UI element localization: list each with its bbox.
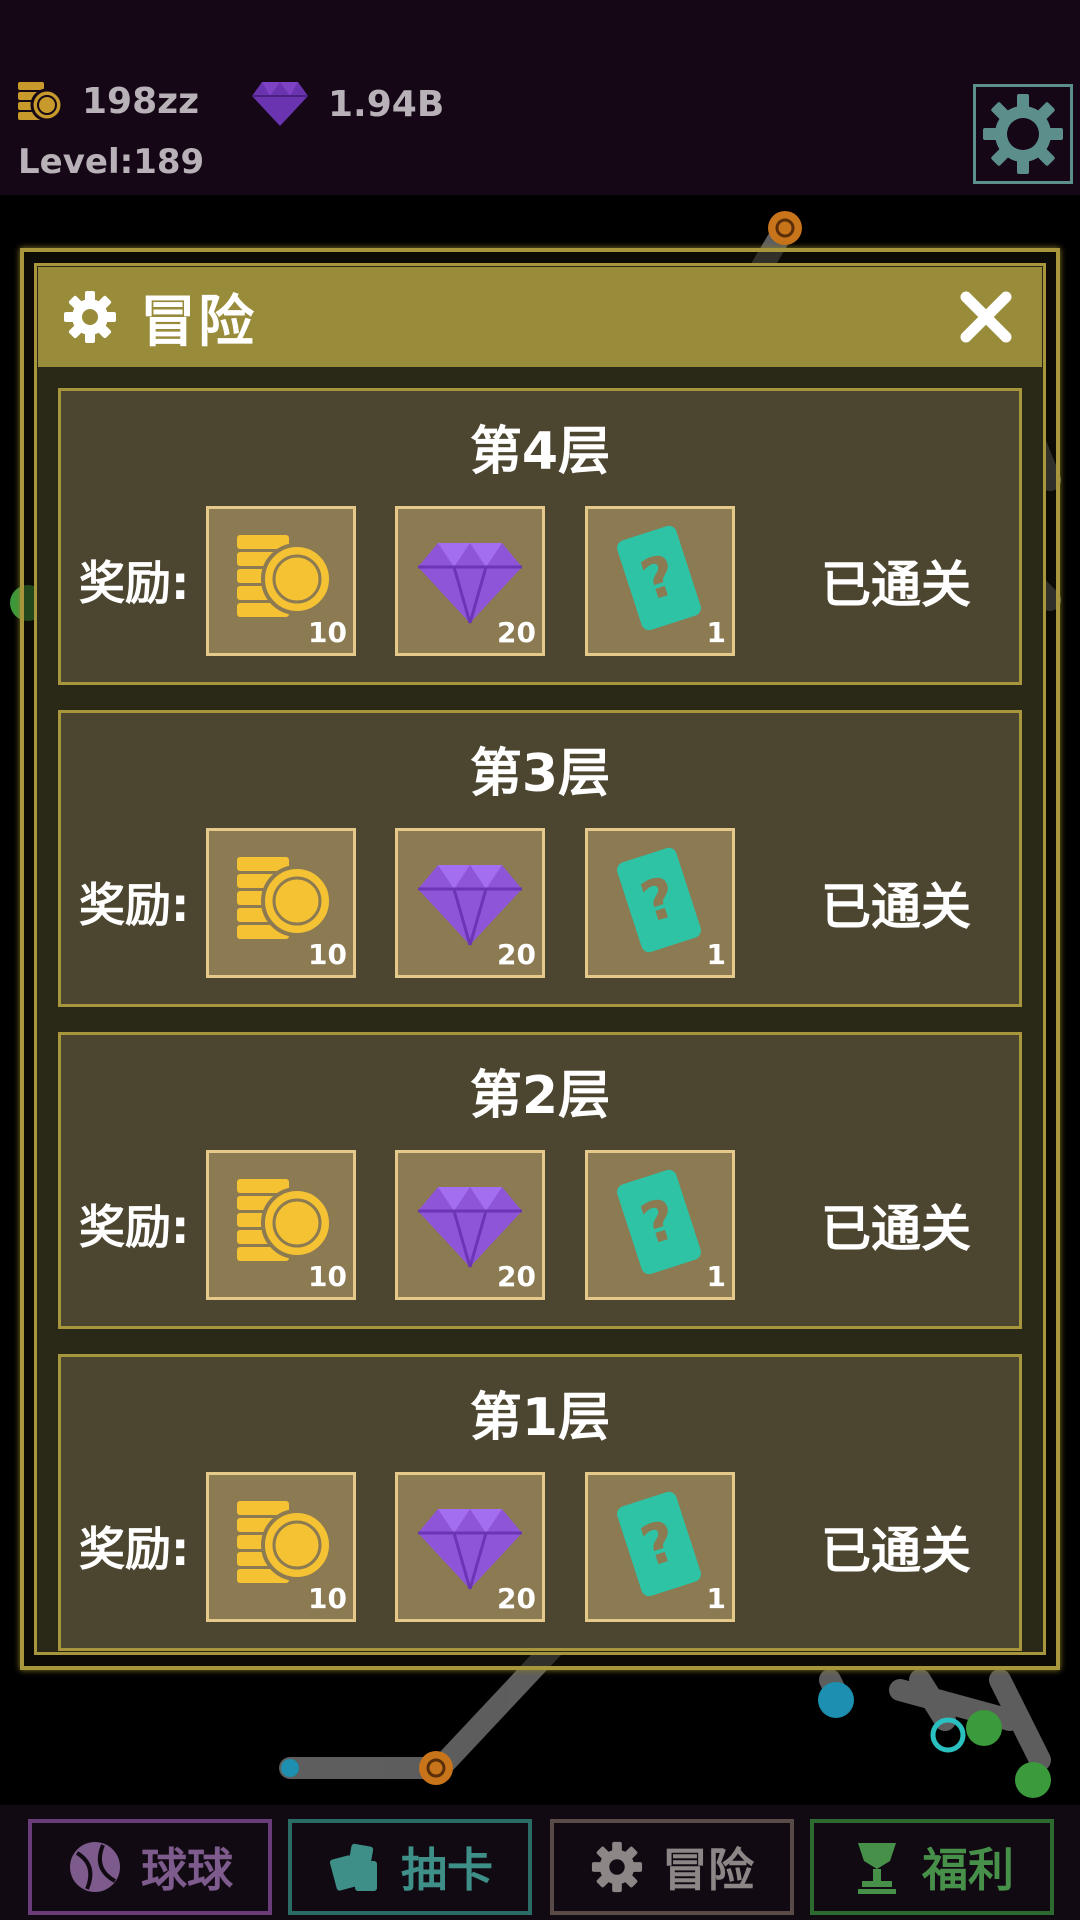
coin-reward-count: 10 bbox=[308, 938, 347, 971]
card-reward-count: 1 bbox=[706, 1260, 726, 1293]
gem-reward-count: 20 bbox=[497, 616, 536, 649]
nav-balls-label: 球球 bbox=[141, 1843, 233, 1897]
close-icon[interactable] bbox=[958, 289, 1014, 345]
gem-reward-count: 20 bbox=[497, 938, 536, 971]
floor-status: 已通关 bbox=[821, 1522, 971, 1580]
gem-reward[interactable]: 20 bbox=[395, 1150, 545, 1300]
ball-icon bbox=[70, 1842, 120, 1892]
nav-welfare-label: 福利 bbox=[922, 1843, 1014, 1897]
gear-icon bbox=[983, 94, 1063, 174]
reward-label: 奖励: bbox=[79, 1522, 190, 1576]
coin-amount: 198zz bbox=[82, 80, 200, 122]
floor-row: 第1层 奖励: 10 20 ? 1 已通关 bbox=[58, 1354, 1022, 1651]
gem-reward[interactable]: 20 bbox=[395, 1472, 545, 1622]
gem-reward-count: 20 bbox=[497, 1582, 536, 1615]
floor-status: 已通关 bbox=[821, 1200, 971, 1258]
settings-button[interactable] bbox=[973, 84, 1073, 184]
floor-list[interactable]: 第4层 奖励: 10 20 ? 1 已通关 第3层 奖励: 10 20 ? 1 … bbox=[58, 388, 1022, 1676]
reward-label: 奖励: bbox=[79, 1200, 190, 1254]
floor-title: 第1层 bbox=[469, 1388, 611, 1448]
dialog-title: 冒险 bbox=[140, 289, 256, 355]
gem-amount: 1.94B bbox=[328, 83, 445, 125]
top-bar: 198zz 1.94B Level:189 bbox=[0, 0, 1080, 195]
reward-label: 奖励: bbox=[79, 878, 190, 932]
player-level: Level:189 bbox=[18, 142, 205, 182]
card-reward-count: 1 bbox=[706, 1582, 726, 1615]
coin-reward[interactable]: 10 bbox=[206, 1150, 356, 1300]
floor-row: 第3层 奖励: 10 20 ? 1 已通关 bbox=[58, 710, 1022, 1007]
nav-draw-button[interactable]: 抽卡 bbox=[288, 1819, 532, 1915]
gem-counter: 1.94B bbox=[250, 80, 444, 128]
nav-balls-button[interactable]: 球球 bbox=[28, 1819, 272, 1915]
floor-title: 第4层 bbox=[469, 422, 611, 482]
gem-reward[interactable]: 20 bbox=[395, 506, 545, 656]
gem-reward[interactable]: 20 bbox=[395, 828, 545, 978]
dialog-header: 冒险 bbox=[38, 267, 1042, 367]
card-reward[interactable]: ? 1 bbox=[585, 1472, 735, 1622]
gear-icon bbox=[591, 1841, 643, 1893]
coin-reward-count: 10 bbox=[308, 616, 347, 649]
gem-reward-count: 20 bbox=[497, 1260, 536, 1293]
coin-stack-icon bbox=[18, 82, 64, 122]
floor-row: 第2层 奖励: 10 20 ? 1 已通关 bbox=[58, 1032, 1022, 1329]
orange-target-icon bbox=[768, 211, 802, 245]
bottom-nav: 球球 抽卡 冒险 福利 bbox=[0, 1805, 1080, 1920]
floor-status: 已通关 bbox=[821, 556, 971, 614]
card-reward[interactable]: ? 1 bbox=[585, 506, 735, 656]
floor-status: 已通关 bbox=[821, 878, 971, 936]
coin-reward[interactable]: 10 bbox=[206, 506, 356, 656]
floor-title: 第3层 bbox=[469, 744, 611, 804]
nav-welfare-button[interactable]: 福利 bbox=[810, 1819, 1054, 1915]
floor-row: 第4层 奖励: 10 20 ? 1 已通关 bbox=[58, 388, 1022, 685]
coin-reward-count: 10 bbox=[308, 1260, 347, 1293]
nav-draw-label: 抽卡 bbox=[401, 1843, 493, 1897]
coin-reward[interactable]: 10 bbox=[206, 1472, 356, 1622]
card-reward[interactable]: ? 1 bbox=[585, 1150, 735, 1300]
nav-adventure-label: 冒险 bbox=[662, 1843, 754, 1897]
card-reward-count: 1 bbox=[706, 938, 726, 971]
coin-counter: 198zz bbox=[16, 80, 199, 122]
coin-reward-count: 10 bbox=[308, 1582, 347, 1615]
gem-icon bbox=[252, 82, 308, 126]
trophy-icon bbox=[858, 1843, 896, 1894]
floor-title: 第2层 bbox=[469, 1066, 611, 1126]
nav-adventure-button[interactable]: 冒险 bbox=[550, 1819, 794, 1915]
card-reward[interactable]: ? 1 bbox=[585, 828, 735, 978]
reward-label: 奖励: bbox=[79, 556, 190, 610]
cards-icon bbox=[329, 1843, 377, 1891]
card-reward-count: 1 bbox=[706, 616, 726, 649]
coin-reward[interactable]: 10 bbox=[206, 828, 356, 978]
gear-icon bbox=[64, 291, 116, 343]
